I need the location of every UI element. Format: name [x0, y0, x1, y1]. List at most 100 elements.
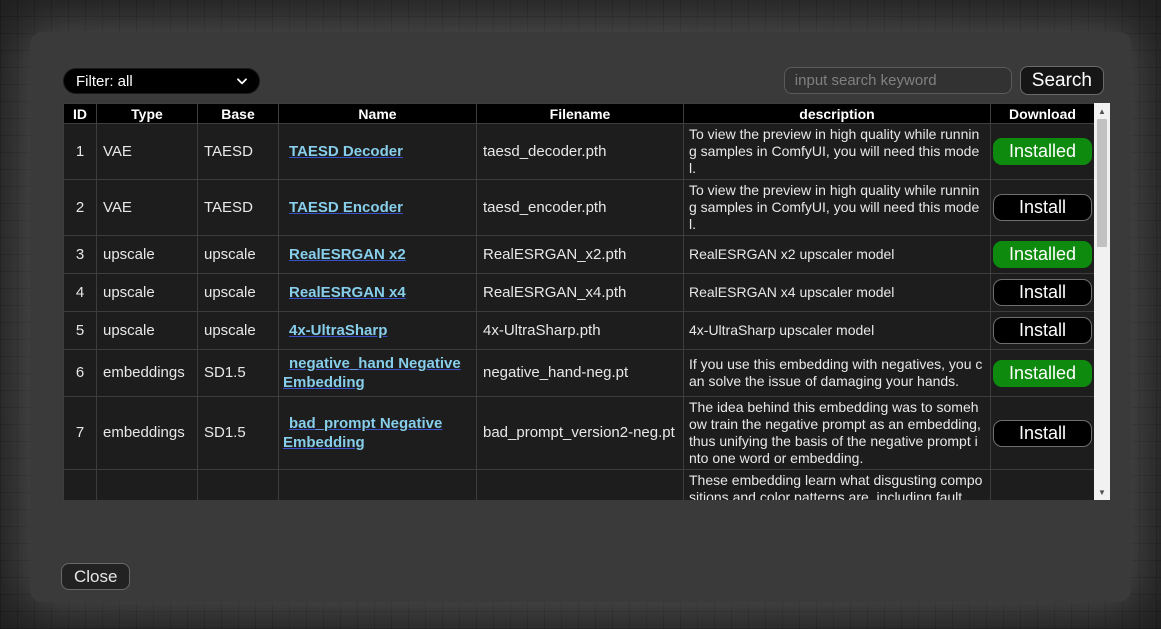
- search-button[interactable]: Search: [1020, 66, 1104, 95]
- cell-name: 4x-UltraSharp: [279, 312, 477, 350]
- model-name-link[interactable]: TAESD Encoder: [283, 198, 472, 217]
- cell-base: upscale: [198, 274, 279, 312]
- model-name-link[interactable]: TAESD Decoder: [283, 142, 472, 161]
- cell-description: If you use this embedding with negatives…: [684, 350, 991, 397]
- cell-type: upscale: [97, 274, 198, 312]
- model-name-link[interactable]: RealESRGAN x2: [283, 245, 472, 264]
- cell-download: Installed: [991, 350, 1095, 397]
- cell-description: To view the preview in high quality whil…: [684, 124, 991, 180]
- cell-name: [279, 470, 477, 501]
- cell-base: TAESD: [198, 124, 279, 180]
- scrollbar-thumb[interactable]: [1097, 119, 1107, 247]
- cell-base: upscale: [198, 312, 279, 350]
- scroll-down-arrow-icon[interactable]: ▼: [1094, 484, 1110, 500]
- cell-name: RealESRGAN x4: [279, 274, 477, 312]
- model-manager-dialog: Filter: all Search IDTypeBaseNameFilenam…: [30, 32, 1131, 602]
- cell-type: VAE: [97, 180, 198, 236]
- installed-button[interactable]: Installed: [993, 360, 1092, 387]
- cell-description: RealESRGAN x4 upscaler model: [684, 274, 991, 312]
- table-row: 2VAETAESD TAESD Encoder taesd_encoder.pthT…: [64, 180, 1095, 236]
- cell-type: upscale: [97, 312, 198, 350]
- column-header-download: Download: [991, 104, 1095, 124]
- column-header-id: ID: [64, 104, 97, 124]
- filter-select-label: Filter: all: [76, 73, 133, 90]
- model-name-link[interactable]: 4x-UltraSharp: [283, 321, 472, 340]
- cell-id: 3: [64, 236, 97, 274]
- model-name-label: RealESRGAN x4: [289, 284, 406, 301]
- cell-id: 4: [64, 274, 97, 312]
- cell-filename: taesd_encoder.pth: [477, 180, 684, 236]
- model-name-label: TAESD Encoder: [289, 199, 403, 216]
- model-table: IDTypeBaseNameFilenamedescriptionDownloa…: [63, 103, 1094, 500]
- cell-filename: RealESRGAN_x2.pth: [477, 236, 684, 274]
- close-button[interactable]: Close: [61, 563, 130, 590]
- table-row: 7embeddingsSD1.5bad_prompt Negative Embe…: [64, 397, 1095, 470]
- cell-id: 7: [64, 397, 97, 470]
- table-row: These embedding learn what disgusting co…: [64, 470, 1095, 501]
- cell-base: TAESD: [198, 180, 279, 236]
- cell-id: 2: [64, 180, 97, 236]
- cell-name: bad_prompt Negative Embedding: [279, 397, 477, 470]
- model-name-link[interactable]: negative_hand Negative Embedding: [283, 354, 472, 392]
- cell-description: 4x-UltraSharp upscaler model: [684, 312, 991, 350]
- cell-name: negative_hand Negative Embedding: [279, 350, 477, 397]
- model-name-label: 4x-UltraSharp: [289, 322, 387, 339]
- install-button[interactable]: Install: [993, 420, 1092, 447]
- model-name-label: negative_hand Negative Embedding: [283, 355, 461, 391]
- filter-select[interactable]: Filter: all: [63, 68, 260, 94]
- table-row: 6embeddingsSD1.5negative_hand Negative E…: [64, 350, 1095, 397]
- table-row: 3upscaleupscaleRealESRGAN x2RealESRGAN_x…: [64, 236, 1095, 274]
- cell-base: SD1.5: [198, 397, 279, 470]
- search-input[interactable]: [784, 67, 1012, 94]
- cell-description: To view the preview in high quality whil…: [684, 180, 991, 236]
- cell-filename: RealESRGAN_x4.pth: [477, 274, 684, 312]
- cell-id: 5: [64, 312, 97, 350]
- cell-description: The idea behind this embedding was to so…: [684, 397, 991, 470]
- cell-base: [198, 470, 279, 501]
- table-row: 1VAETAESD TAESD Decoder taesd_decoder.pthT…: [64, 124, 1095, 180]
- table-row: 4upscaleupscaleRealESRGAN x4RealESRGAN_x…: [64, 274, 1095, 312]
- cell-filename: [477, 470, 684, 501]
- table-scrollbar[interactable]: ▲ ▼: [1094, 103, 1110, 500]
- cell-id: [64, 470, 97, 501]
- column-header-filename: Filename: [477, 104, 684, 124]
- cell-download: Install: [991, 312, 1095, 350]
- model-name-link[interactable]: RealESRGAN x4: [283, 283, 472, 302]
- column-header-description: description: [684, 104, 991, 124]
- install-button[interactable]: Install: [993, 279, 1092, 306]
- column-header-name: Name: [279, 104, 477, 124]
- cell-type: embeddings: [97, 397, 198, 470]
- cell-type: upscale: [97, 236, 198, 274]
- scroll-up-arrow-icon[interactable]: ▲: [1094, 103, 1110, 119]
- cell-filename: 4x-UltraSharp.pth: [477, 312, 684, 350]
- cell-name: TAESD Encoder: [279, 180, 477, 236]
- cell-base: SD1.5: [198, 350, 279, 397]
- model-name-label: TAESD Decoder: [289, 143, 403, 160]
- cell-name: RealESRGAN x2: [279, 236, 477, 274]
- chevron-down-icon: [235, 74, 249, 88]
- cell-download: [991, 470, 1095, 501]
- cell-id: 1: [64, 124, 97, 180]
- cell-download: Installed: [991, 236, 1095, 274]
- installed-button[interactable]: Installed: [993, 138, 1092, 165]
- install-button[interactable]: Install: [993, 194, 1092, 221]
- column-header-base: Base: [198, 104, 279, 124]
- cell-type: VAE: [97, 124, 198, 180]
- install-button[interactable]: Install: [993, 317, 1092, 344]
- model-table-zone: IDTypeBaseNameFilenamedescriptionDownloa…: [63, 103, 1110, 500]
- table-row: 5upscaleupscale4x-UltraSharp4x-UltraShar…: [64, 312, 1095, 350]
- cell-type: [97, 470, 198, 501]
- cell-id: 6: [64, 350, 97, 397]
- column-header-type: Type: [97, 104, 198, 124]
- cell-download: Install: [991, 180, 1095, 236]
- cell-download: Installed: [991, 124, 1095, 180]
- model-name-label: bad_prompt Negative Embedding: [283, 415, 442, 451]
- cell-name: TAESD Decoder: [279, 124, 477, 180]
- cell-filename: bad_prompt_version2-neg.pt: [477, 397, 684, 470]
- cell-download: Install: [991, 274, 1095, 312]
- installed-button[interactable]: Installed: [993, 241, 1092, 268]
- model-name-link[interactable]: bad_prompt Negative Embedding: [283, 414, 472, 452]
- table-header-row: IDTypeBaseNameFilenamedescriptionDownloa…: [64, 104, 1095, 124]
- cell-filename: taesd_decoder.pth: [477, 124, 684, 180]
- model-name-label: RealESRGAN x2: [289, 246, 406, 263]
